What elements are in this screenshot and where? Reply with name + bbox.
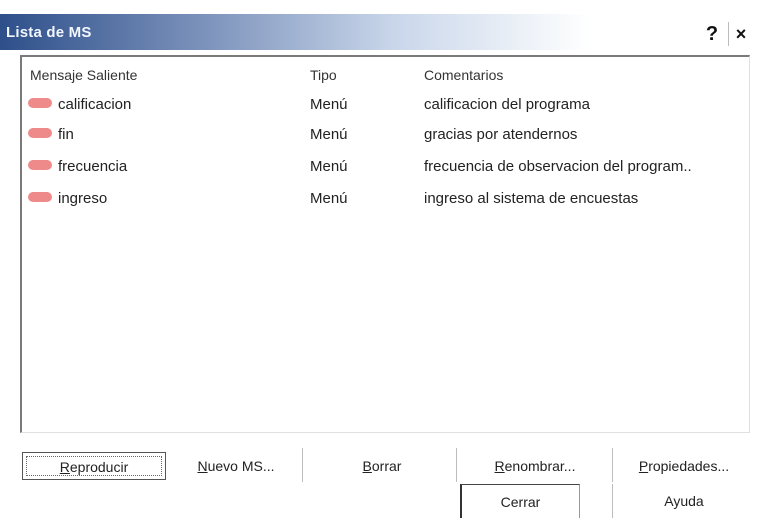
help-icon[interactable]: ? <box>700 22 724 46</box>
item-comment: gracias por atendernos <box>424 126 578 143</box>
ayuda-button[interactable]: Ayuda <box>622 484 746 518</box>
button-divider <box>456 448 457 482</box>
message-pill-icon <box>28 160 52 170</box>
message-pill-icon <box>28 98 52 108</box>
cerrar-button[interactable]: Cerrar <box>460 484 580 518</box>
borrar-button[interactable]: Borrar <box>320 452 444 480</box>
item-comment: ingreso al sistema de encuestas <box>424 190 639 207</box>
button-divider <box>302 448 303 482</box>
message-pill-icon <box>28 128 52 138</box>
item-type: Menú <box>310 96 348 113</box>
item-name: ingreso <box>58 190 108 207</box>
item-type: Menú <box>310 126 348 143</box>
message-pill-icon <box>28 192 52 202</box>
item-name: fin <box>58 126 74 143</box>
close-icon[interactable]: × <box>728 22 753 46</box>
reproducir-button[interactable]: Reproducir <box>22 452 166 480</box>
column-header-mensaje[interactable]: Mensaje Saliente <box>30 67 137 83</box>
message-list[interactable]: Mensaje Saliente Tipo Comentarios califi… <box>20 55 750 433</box>
list-item[interactable]: calificacion Menú calificacion del progr… <box>22 91 748 119</box>
item-type: Menú <box>310 190 348 207</box>
item-comment: frecuencia de observacion del program.. <box>424 158 692 175</box>
nuevo-ms-button[interactable]: Nuevo MS... <box>176 452 296 480</box>
renombrar-button[interactable]: Renombrar... <box>468 452 602 480</box>
item-name: calificacion <box>58 96 132 113</box>
item-name: frecuencia <box>58 158 128 175</box>
list-item[interactable]: ingreso Menú ingreso al sistema de encue… <box>22 185 748 213</box>
button-divider <box>612 448 613 482</box>
button-divider <box>612 484 613 518</box>
item-type: Menú <box>310 158 348 175</box>
window-title: Lista de MS <box>6 24 92 41</box>
list-item[interactable]: frecuencia Menú frecuencia de observacio… <box>22 153 748 181</box>
title-bar: Lista de MS ? × <box>0 14 757 50</box>
column-header-comentarios[interactable]: Comentarios <box>424 67 503 83</box>
item-comment: calificacion del programa <box>424 96 590 113</box>
propiedades-button[interactable]: Propiedades... <box>622 452 746 480</box>
column-header-tipo[interactable]: Tipo <box>310 67 337 83</box>
list-item[interactable]: fin Menú gracias por atendernos <box>22 121 748 149</box>
